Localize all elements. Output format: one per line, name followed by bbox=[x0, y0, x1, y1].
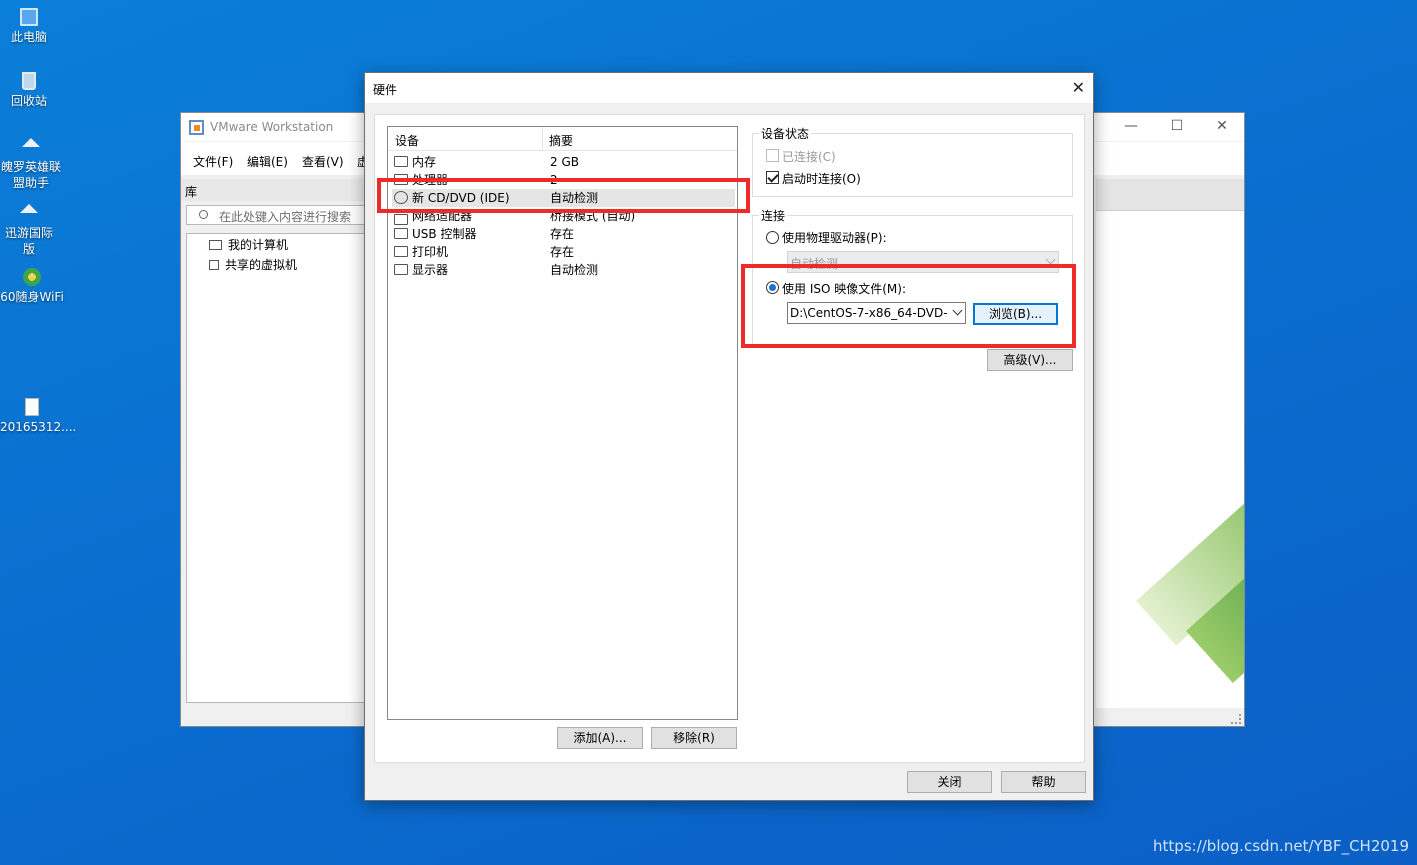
device-list-header: 设备 摘要 bbox=[388, 127, 737, 151]
monitor-icon bbox=[394, 264, 408, 275]
desktop-icon-lol-helper[interactable]: 魄罗英雄联盟助手 bbox=[0, 138, 62, 191]
device-row-memory[interactable]: 内存 2 GB bbox=[392, 153, 735, 171]
menu-view[interactable]: 查看(V) bbox=[302, 153, 344, 170]
tree-item-shared-vms[interactable]: 共享的虚拟机 bbox=[209, 256, 297, 274]
add-device-button[interactable]: 添加(A)... bbox=[557, 727, 643, 749]
dialog-title: 硬件 bbox=[373, 83, 398, 97]
connect-at-power-on-checkbox[interactable] bbox=[766, 171, 779, 184]
device-status-label: 设备状态 bbox=[759, 125, 812, 142]
close-dialog-button[interactable]: 关闭 bbox=[907, 771, 992, 793]
highlight-cd-dvd-row bbox=[377, 178, 750, 213]
device-summary: 存在 bbox=[550, 245, 575, 259]
device-row-network[interactable]: 网络适配器 桥接模式 (自动) bbox=[392, 211, 735, 225]
device-summary: 自动检测 bbox=[550, 263, 599, 277]
device-name: 网络适配器 bbox=[412, 211, 473, 223]
desktop-icon-file[interactable]: 20165312.... bbox=[0, 398, 76, 435]
computer-icon bbox=[209, 240, 222, 250]
device-row-usb[interactable]: USB 控制器 存在 bbox=[392, 225, 735, 243]
menu-edit[interactable]: 编辑(E) bbox=[247, 153, 288, 170]
vmware-logo-icon bbox=[189, 120, 204, 135]
computer-icon bbox=[20, 8, 38, 26]
desktop-icon-xunyou[interactable]: 迅游国际版 bbox=[0, 204, 58, 257]
search-icon bbox=[199, 210, 208, 219]
desktop-icon-recycle-bin[interactable]: 回收站 bbox=[0, 72, 58, 109]
memory-icon bbox=[394, 156, 408, 167]
desktop-icon-label: 迅游国际版 bbox=[4, 226, 53, 256]
vmware-title: VMware Workstation bbox=[210, 120, 334, 134]
tree-item-label: 我的计算机 bbox=[228, 238, 289, 252]
desktop-icon-label: 回收站 bbox=[10, 94, 47, 108]
home-content bbox=[1096, 211, 1244, 708]
device-status-group bbox=[752, 133, 1073, 197]
desktop-icon-360-wifi[interactable]: 60随身WiFi bbox=[0, 268, 64, 305]
device-name: 打印机 bbox=[412, 245, 449, 259]
library-search-input[interactable]: 在此处键入内容进行搜索 bbox=[186, 205, 365, 225]
desktop-icon-label: 此电脑 bbox=[10, 30, 47, 44]
usb-icon bbox=[394, 228, 408, 239]
connected-checkbox bbox=[766, 149, 779, 162]
tab-strip bbox=[1096, 179, 1244, 211]
network-icon bbox=[394, 214, 408, 225]
watermark-text: https://blog.csdn.net/YBF_CH2019 bbox=[1153, 837, 1409, 855]
physical-drive-label[interactable]: 使用物理驱动器(P): bbox=[782, 229, 887, 246]
chevron-down-icon bbox=[1045, 254, 1056, 265]
desktop-icon-label: 魄罗英雄联盟助手 bbox=[0, 160, 61, 190]
device-row-printer[interactable]: 打印机 存在 bbox=[392, 243, 735, 261]
library-header: 库 bbox=[181, 179, 365, 201]
shared-vm-icon bbox=[209, 260, 219, 270]
recycle-bin-icon bbox=[22, 72, 36, 90]
menu-file[interactable]: 文件(F) bbox=[193, 153, 233, 170]
library-tree: 我的计算机 共享的虚拟机 bbox=[186, 233, 365, 703]
desktop-icon-this-pc[interactable]: 此电脑 bbox=[0, 8, 58, 45]
printer-icon bbox=[394, 246, 408, 257]
maximize-button[interactable]: ☐ bbox=[1167, 118, 1187, 134]
resize-grip-icon[interactable] bbox=[1231, 714, 1241, 724]
physical-drive-radio[interactable] bbox=[766, 231, 779, 244]
help-button[interactable]: 帮助 bbox=[1001, 771, 1086, 793]
device-summary: 存在 bbox=[550, 227, 575, 241]
connect-at-power-on-label[interactable]: 启动时连接(O) bbox=[782, 170, 861, 187]
device-name: 显示器 bbox=[412, 263, 449, 277]
column-device[interactable]: 设备 bbox=[395, 132, 419, 149]
device-list: 设备 摘要 内存 2 GB 处理器 2 新 CD/DVD (IDE) 自动检测 bbox=[387, 126, 738, 720]
device-name: 内存 bbox=[412, 155, 437, 169]
tree-item-my-computer[interactable]: 我的计算机 bbox=[209, 236, 288, 254]
dialog-titlebar: 硬件 ✕ bbox=[365, 73, 1093, 103]
close-button[interactable]: ✕ bbox=[1212, 118, 1232, 134]
device-summary: 2 GB bbox=[550, 155, 579, 169]
dialog-close-icon[interactable]: ✕ bbox=[1072, 78, 1085, 97]
device-row-display[interactable]: 显示器 自动检测 bbox=[392, 261, 735, 279]
desktop-icon-label: 20165312.... bbox=[0, 420, 77, 434]
highlight-iso-section bbox=[741, 264, 1076, 348]
tree-item-label: 共享的虚拟机 bbox=[225, 258, 298, 272]
advanced-button[interactable]: 高级(V)... bbox=[987, 349, 1073, 371]
connected-label: 已连接(C) bbox=[782, 150, 836, 164]
app-icon bbox=[20, 204, 38, 213]
minimize-button[interactable]: — bbox=[1121, 118, 1141, 134]
connection-label: 连接 bbox=[759, 207, 788, 224]
column-summary[interactable]: 摘要 bbox=[549, 132, 573, 149]
column-separator bbox=[542, 127, 543, 151]
remove-device-button[interactable]: 移除(R) bbox=[651, 727, 737, 749]
app-icon bbox=[22, 138, 40, 147]
desktop-icon-label: 60随身WiFi bbox=[0, 290, 64, 304]
device-summary: 桥接模式 (自动) bbox=[550, 211, 636, 223]
file-icon bbox=[25, 398, 39, 416]
device-name: USB 控制器 bbox=[412, 227, 477, 241]
search-placeholder: 在此处键入内容进行搜索 bbox=[219, 210, 352, 224]
wifi-icon bbox=[23, 268, 41, 286]
